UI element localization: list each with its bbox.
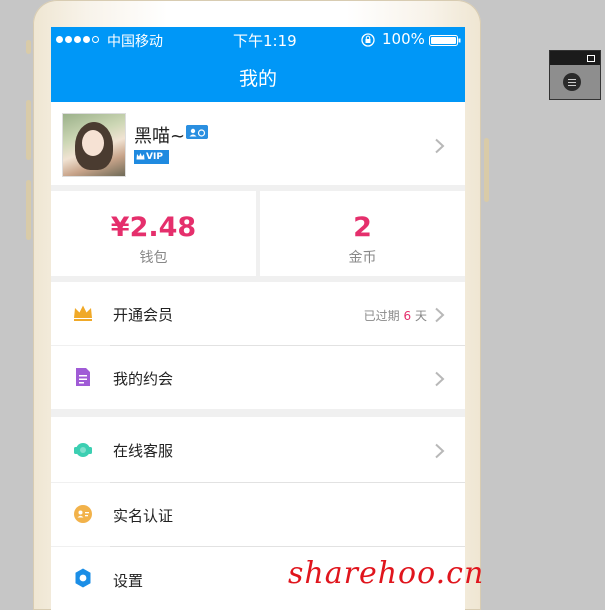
wallet-card[interactable]: ¥2.48 钱包 xyxy=(51,191,256,276)
id-verify-icon xyxy=(74,505,92,523)
page-title: 我的 xyxy=(238,68,277,90)
app-screen: 中国移动 下午1:19 100% 我的 黑喵~ VIP 6 ¥2.48 钱包 2… xyxy=(51,27,465,610)
wallet-label: 钱包 xyxy=(139,250,168,266)
rotation-lock-icon xyxy=(361,33,375,47)
wallet-amount: ¥2.48 xyxy=(110,212,197,243)
vip-crown-icon xyxy=(136,153,145,160)
watermark: sharehoo.cn xyxy=(288,556,485,591)
headset-icon xyxy=(74,443,92,457)
coins-amount: 2 xyxy=(353,212,372,243)
power-button xyxy=(484,138,489,202)
user-name: 黑喵~ xyxy=(134,126,186,147)
chevron-right-icon xyxy=(435,443,445,459)
menu-label: 在线客服 xyxy=(113,442,174,460)
floating-widget[interactable] xyxy=(549,50,601,100)
id-card-icon xyxy=(186,125,208,139)
menu-icon[interactable] xyxy=(563,73,581,91)
menu-label: 设置 xyxy=(113,572,144,590)
settings-icon xyxy=(75,568,91,588)
vip-label: VIP 6 xyxy=(146,152,163,176)
vip-badge: VIP 6 xyxy=(134,150,169,176)
avatar[interactable] xyxy=(62,113,126,177)
chevron-right-icon xyxy=(435,371,445,387)
chevron-right-icon xyxy=(435,138,445,154)
menu-label: 我的约会 xyxy=(113,370,174,388)
signal-icon xyxy=(56,36,99,43)
chevron-right-icon xyxy=(435,307,445,323)
profile-card[interactable]: 黑喵~ VIP 6 xyxy=(51,102,465,185)
document-icon xyxy=(76,368,90,386)
expired-days: 6 xyxy=(403,309,412,323)
app-header: 中国移动 下午1:19 100% 我的 xyxy=(51,27,465,102)
coins-label: 金币 xyxy=(348,250,377,266)
coins-card[interactable]: 2 金币 xyxy=(260,191,465,276)
status-time: 下午1:19 xyxy=(233,32,297,50)
menu-label: 开通会员 xyxy=(113,306,174,324)
expired-status: 已过期 6 天 xyxy=(363,309,427,323)
battery-icon xyxy=(429,35,461,46)
menu-item-verification[interactable]: 实名认证 xyxy=(51,483,465,546)
menu-item-online-service[interactable]: 在线客服 xyxy=(51,417,465,482)
menu-item-appointments[interactable]: 我的约会 xyxy=(51,346,465,409)
mute-switch xyxy=(26,40,31,54)
volume-down-button xyxy=(26,180,31,240)
widget-titlebar xyxy=(550,51,600,65)
battery-percent: 100% xyxy=(382,30,425,48)
status-bar: 中国移动 下午1:19 100% xyxy=(51,27,465,53)
carrier-name: 中国移动 xyxy=(107,34,163,50)
menu-item-membership[interactable]: 开通会员 已过期 6 天 xyxy=(51,282,465,345)
menu-label: 实名认证 xyxy=(113,507,174,525)
restore-icon[interactable] xyxy=(587,55,595,62)
crown-icon xyxy=(74,305,92,321)
volume-up-button xyxy=(26,100,31,160)
